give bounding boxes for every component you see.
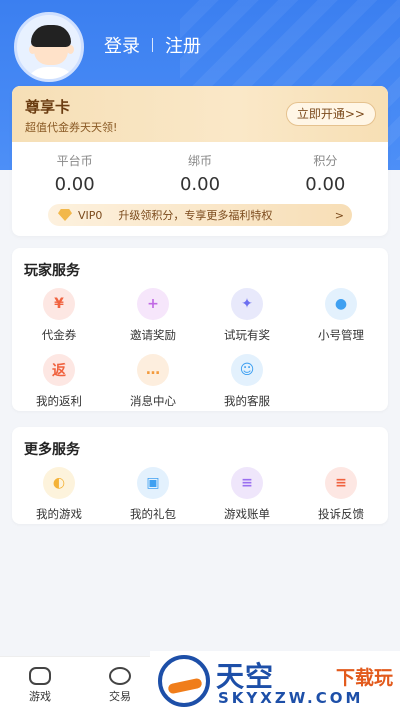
voucher-icon: ¥: [43, 288, 75, 320]
service-item[interactable]: ≡ 游戏账单: [200, 465, 294, 531]
gamepad-icon: [29, 667, 51, 685]
stat-points[interactable]: 积分 0.00: [263, 148, 388, 198]
avatar-hair: [31, 25, 71, 47]
service-label: 消息中心: [130, 394, 176, 408]
watermark-logo: [158, 655, 210, 707]
stat-label: 积分: [313, 154, 338, 168]
service-label: 邀请奖励: [130, 328, 176, 342]
avatar-body: [25, 67, 77, 79]
watermark-suffix: 下载玩: [336, 667, 394, 689]
service-item[interactable]: ● 小号管理: [294, 286, 388, 352]
vip-banner: 尊享卡 超值代金券天天领! 立即开通>>: [12, 86, 388, 142]
service-label: 试玩有奖: [224, 328, 270, 342]
vip-level-bar[interactable]: VIP0 升级领积分，专享更多福利特权 >: [48, 204, 352, 226]
section-title: 更多服务: [24, 442, 80, 458]
service-item[interactable]: 返我的返利: [12, 352, 106, 418]
watermark-url: SKYXZW.COM: [218, 689, 364, 707]
service-label: 我的返利: [36, 394, 82, 408]
tab-trade[interactable]: 交易: [90, 667, 150, 704]
vip-level: VIP0: [78, 208, 103, 222]
chevron-right-icon: >: [334, 208, 344, 222]
service-item[interactable]: ¥ 代金券: [12, 286, 106, 352]
trade-icon: [109, 667, 131, 685]
gift-icon: ▣: [137, 467, 169, 499]
auth-links: 登录 注册: [104, 32, 201, 58]
tab-label: 交易: [109, 690, 131, 703]
vip-level-tip: 升级领积分，专享更多福利特权: [118, 209, 273, 222]
more-services-panel: 更多服务 ◐ 我的游戏 ▣ 我的礼包 ≡ 游戏账单 ≡ 投诉反馈: [12, 427, 388, 524]
account-icon: ●: [325, 288, 357, 320]
player-services-grid: ¥ 代金券 + 邀请奖励 ✦ 试玩有奖 ● 小号管理返我的返利 … 消息中心 ☺ 我的客服: [12, 286, 388, 418]
player-services-panel: 玩家服务 ¥ 代金券 + 邀请奖励 ✦ 试玩有奖 ● 小号管理返我的返利 … 消息中心 ☺ 我的客服: [12, 248, 388, 411]
feedback-icon: ≡: [325, 467, 357, 499]
vip-card: 尊享卡 超值代金券天天领! 立即开通>> 平台币 0.00 绑币 0.00 积分…: [12, 86, 388, 236]
stat-label: 平台币: [56, 154, 93, 168]
service-label: 我的游戏: [36, 507, 82, 521]
login-link[interactable]: 登录: [104, 32, 140, 58]
logo-swoosh: [167, 677, 203, 695]
tab-games[interactable]: 游戏: [10, 667, 70, 704]
bill-icon: ≡: [231, 467, 263, 499]
invite-icon: +: [137, 288, 169, 320]
avatar[interactable]: [14, 12, 84, 82]
diamond-icon: [58, 209, 72, 221]
service-item[interactable]: ▣ 我的礼包: [106, 465, 200, 531]
divider: [152, 38, 153, 52]
rebate-icon: 返: [43, 354, 75, 386]
section-title: 玩家服务: [24, 263, 80, 279]
tab-label: 游戏: [29, 690, 51, 703]
service-label: 投诉反馈: [318, 507, 364, 521]
service-label: 我的礼包: [130, 507, 176, 521]
service-item[interactable]: + 邀请奖励: [106, 286, 200, 352]
vip-title: 尊享卡: [25, 98, 71, 116]
service-label: 我的客服: [224, 394, 270, 408]
service-icon: ☺: [231, 354, 263, 386]
message-icon: …: [137, 354, 169, 386]
stat-bound-coin[interactable]: 绑币 0.00: [137, 148, 262, 198]
register-link[interactable]: 注册: [165, 32, 201, 58]
game-icon: ◐: [43, 467, 75, 499]
service-item[interactable]: ✦ 试玩有奖: [200, 286, 294, 352]
stat-label: 绑币: [187, 154, 212, 168]
stat-value: 0.00: [305, 174, 346, 195]
stat-value: 0.00: [179, 174, 221, 195]
gamepad-icon: ✦: [231, 288, 263, 320]
service-label: 游戏账单: [224, 507, 270, 521]
more-services-grid: ◐ 我的游戏 ▣ 我的礼包 ≡ 游戏账单 ≡ 投诉反馈: [12, 465, 388, 531]
service-item[interactable]: ◐ 我的游戏: [12, 465, 106, 531]
balance-stats: 平台币 0.00 绑币 0.00 积分 0.00: [12, 148, 388, 198]
service-item[interactable]: … 消息中心: [106, 352, 200, 418]
activate-vip-button[interactable]: 立即开通>>: [285, 102, 376, 126]
service-item[interactable]: ≡ 投诉反馈: [294, 465, 388, 531]
stat-platform-coin[interactable]: 平台币 0.00: [12, 148, 137, 198]
vip-subtitle: 超值代金券天天领!: [25, 121, 118, 134]
service-label: 小号管理: [318, 328, 364, 342]
service-item[interactable]: ☺ 我的客服: [200, 352, 294, 418]
stat-value: 0.00: [54, 174, 95, 195]
watermark: 天空 下载玩 SKYXZW.COM: [150, 651, 400, 711]
service-label: 代金券: [41, 328, 77, 342]
